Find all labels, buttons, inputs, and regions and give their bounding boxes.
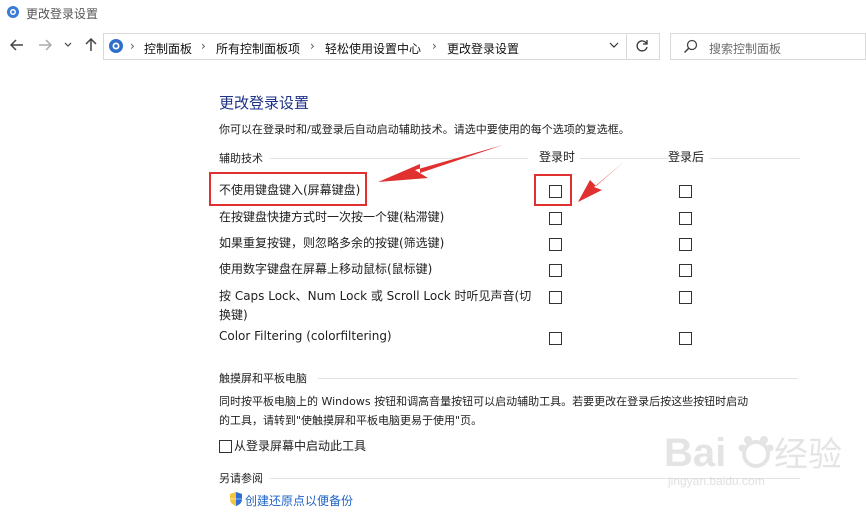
group-divider <box>710 158 800 159</box>
address-dropdown-icon[interactable] <box>604 38 624 56</box>
option-label-line: 换键) <box>219 308 248 322</box>
shield-icon <box>229 491 243 510</box>
group-divider <box>318 378 798 379</box>
touch-description-line: 同时按平板电脑上的 Windows 按钮和调高音量按钮可以启动辅助工具。若要更改… <box>219 395 749 408</box>
search-icon <box>683 39 698 57</box>
recent-dropdown-icon[interactable] <box>62 38 74 56</box>
checkbox-filter-after-login[interactable] <box>679 238 692 251</box>
option-label-toggle-keys: 按 Caps Lock、Num Lock 或 Scroll Lock 时听见声音… <box>219 287 531 325</box>
chevron-right-icon: › <box>201 39 206 53</box>
checkbox-launch-from-login[interactable] <box>219 440 232 453</box>
checkbox-mouse-login[interactable] <box>549 264 562 277</box>
checkbox-osk-after-login[interactable] <box>679 185 692 198</box>
assistive-group-heading: 辅助技术 <box>219 152 263 165</box>
annotation-arrow-icon <box>378 145 503 182</box>
checkbox-sticky-after-login[interactable] <box>679 212 692 225</box>
option-label-filter-keys: 如果重复按键，则忽略多余的按键(筛选键) <box>219 236 445 250</box>
forward-arrow-icon[interactable] <box>36 38 54 56</box>
option-label-mouse-keys: 使用数字键盘在屏幕上移动鼠标(鼠标键) <box>219 262 433 276</box>
chevron-right-icon: › <box>432 39 437 53</box>
checkbox-sticky-login[interactable] <box>549 212 562 225</box>
restore-point-link-label[interactable]: 创建还原点以便备份 <box>245 492 353 509</box>
group-divider <box>270 158 528 159</box>
annotation-highlight-box <box>209 172 367 206</box>
annotation-highlight-box <box>534 174 572 206</box>
search-box[interactable]: 搜索控制面板 <box>670 33 866 60</box>
refresh-button[interactable] <box>626 33 656 60</box>
launch-tool-label: 从登录屏幕中启动此工具 <box>234 439 367 453</box>
checkbox-toggle-after-login[interactable] <box>679 291 692 304</box>
control-panel-icon <box>6 5 20 22</box>
checkbox-color-filter-after-login[interactable] <box>679 332 692 345</box>
watermark-url: jingyan.baidu.com <box>668 474 765 488</box>
checkbox-toggle-login[interactable] <box>549 291 562 304</box>
watermark: Bai 经验 jingyan.baidu.com <box>664 418 860 498</box>
option-label-sticky-keys: 在按键盘快捷方式时一次按一个键(粘滞键) <box>219 210 445 224</box>
breadcrumb-all-items[interactable]: 所有控制面板项 <box>216 40 300 57</box>
option-label-line: 按 Caps Lock、Num Lock 或 Scroll Lock 时听见声音… <box>219 289 532 303</box>
breadcrumb-control-panel[interactable]: 控制面板 <box>144 40 192 57</box>
svg-text:经验: 经验 <box>774 435 842 475</box>
touch-description-line: 的工具，请转到"使触摸屏和平板电脑更易于使用"页。 <box>219 414 483 427</box>
title-bar: 更改登录设置 <box>0 0 866 26</box>
column-header-login: 登录时 <box>539 150 576 164</box>
group-divider <box>580 158 668 159</box>
refresh-icon <box>635 39 649 57</box>
chevron-right-icon: › <box>130 39 135 53</box>
checkbox-mouse-after-login[interactable] <box>679 264 692 277</box>
window-title: 更改登录设置 <box>26 7 99 21</box>
search-input[interactable]: 搜索控制面板 <box>709 40 781 57</box>
page-title: 更改登录设置 <box>219 94 310 112</box>
see-also-heading: 另请参阅 <box>219 472 263 485</box>
svg-text:Bai: Bai <box>664 431 726 475</box>
page-description: 你可以在登录时和/或登录后自动启动辅助技术。请选中要使用的每个选项的复选框。 <box>219 123 630 136</box>
chevron-right-icon: › <box>310 39 315 53</box>
breadcrumb-current[interactable]: 更改登录设置 <box>447 40 519 57</box>
checkbox-filter-login[interactable] <box>549 238 562 251</box>
control-panel-icon <box>108 38 124 57</box>
up-arrow-icon[interactable] <box>82 37 100 56</box>
back-arrow-icon[interactable] <box>8 38 26 56</box>
checkbox-color-filter-login[interactable] <box>549 332 562 345</box>
breadcrumb-ease-of-access[interactable]: 轻松使用设置中心 <box>325 40 421 57</box>
column-header-after-login: 登录后 <box>668 150 705 164</box>
address-bar[interactable]: › 控制面板 › 所有控制面板项 › 轻松使用设置中心 › 更改登录设置 <box>103 33 660 60</box>
annotation-arrow-icon <box>578 161 625 202</box>
option-label-color-filtering: Color Filtering (colorfiltering) <box>219 329 392 343</box>
touch-group-heading: 触摸屏和平板电脑 <box>219 372 307 385</box>
